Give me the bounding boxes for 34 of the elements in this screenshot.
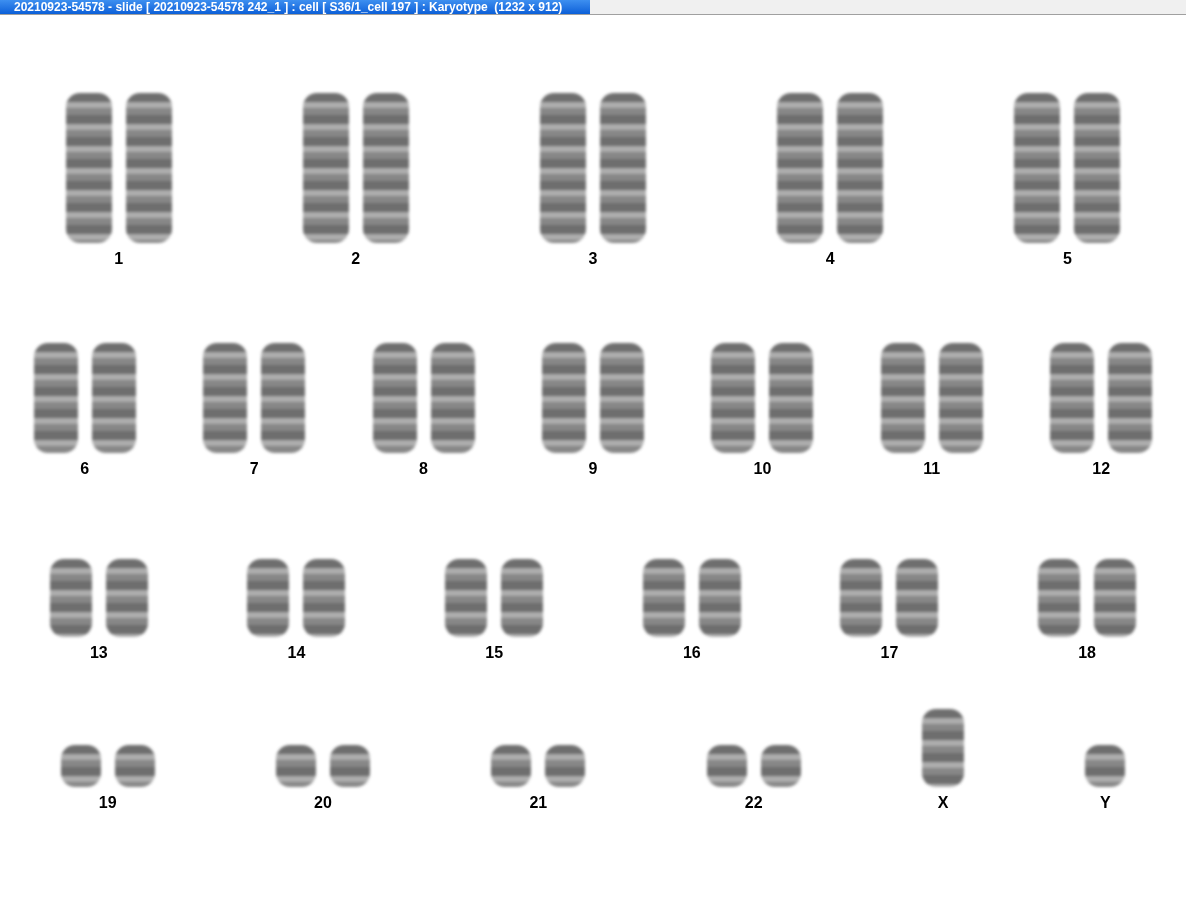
chromosome-label: 3 — [588, 249, 598, 269]
chromosome-image — [760, 745, 801, 787]
chromosome-label: 19 — [98, 793, 117, 813]
window-title: 20210923-54578 - slide [ 20210923-54578 242_1 ] : cell [ S36/1_cell 197 ] : Karyotype (1232 x 912) — [0, 0, 590, 14]
chromosome-image — [1085, 745, 1126, 787]
chromosome-label: 7 — [249, 459, 259, 479]
chromosome-label: 20 — [314, 793, 332, 813]
chromosome-label: 2 — [351, 249, 361, 269]
chromosome-label: 11 — [923, 459, 941, 479]
chromosome-label: X — [937, 793, 949, 813]
chromosome-image — [60, 745, 101, 787]
chromosome-label: 10 — [753, 459, 772, 479]
chromosome-label: 16 — [682, 643, 701, 663]
chromosome-image — [706, 745, 747, 787]
chromosome-label: 6 — [80, 459, 90, 479]
chromosome-label: 18 — [1078, 643, 1096, 663]
chromosome-image — [330, 745, 370, 787]
chromosome-label: 9 — [588, 459, 598, 479]
chromosome-label: 17 — [880, 643, 899, 663]
chromosome-label: 1 — [114, 249, 124, 269]
chromosome-label: 4 — [825, 249, 835, 269]
chromosome-label: 15 — [485, 643, 504, 663]
chromosome-image — [545, 745, 586, 787]
chromosome-image — [276, 745, 316, 787]
chromosome-label: 8 — [419, 459, 428, 479]
chromosome-label: 12 — [1092, 459, 1111, 479]
chromosome-label: 13 — [89, 643, 108, 663]
chromosome-label: 5 — [1062, 249, 1072, 269]
chromosome-label: 14 — [287, 643, 306, 663]
chromosome-image — [491, 745, 532, 787]
chromosome-image — [114, 745, 155, 787]
chromosome-label: 22 — [744, 793, 763, 813]
chromosome-label: Y — [1099, 793, 1111, 813]
chromosome-label: 21 — [529, 793, 548, 813]
